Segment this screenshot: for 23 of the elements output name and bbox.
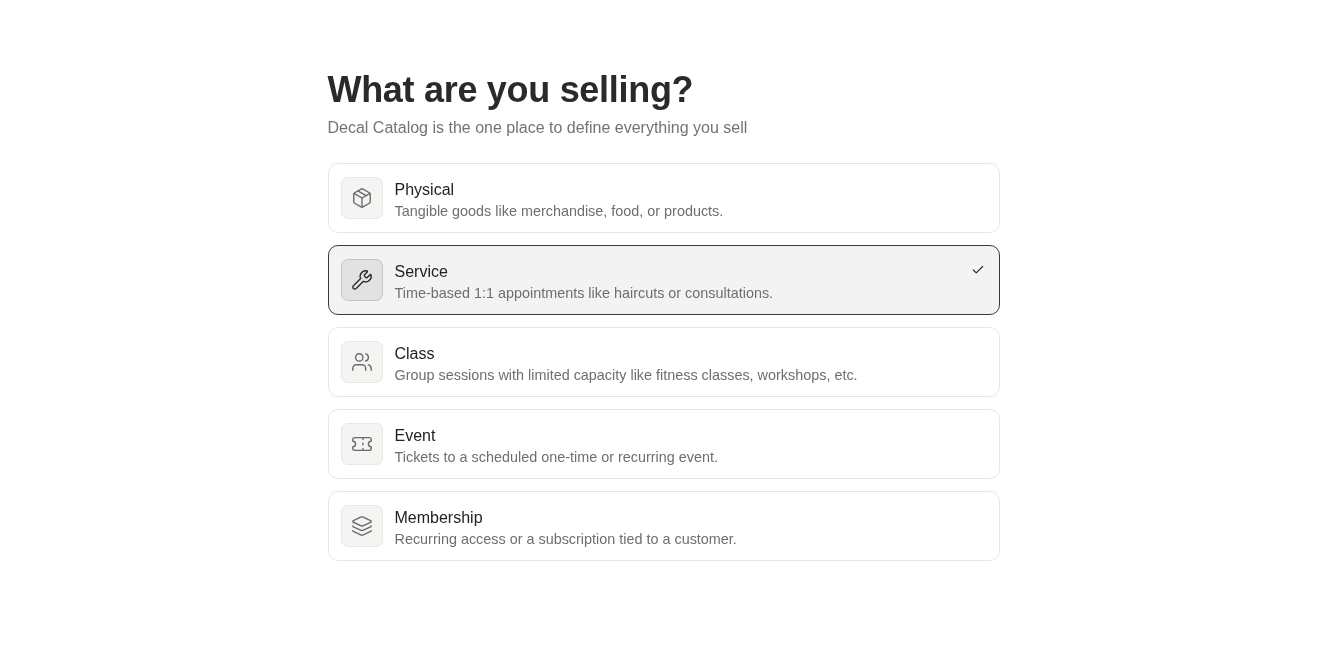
page-title: What are you selling? bbox=[327, 69, 695, 111]
option-description: Time-based 1:1 appointments like haircuts or consultations. bbox=[394, 284, 774, 302]
option-description: Tickets to a scheduled one-time or recurring event. bbox=[394, 448, 718, 466]
option-card[interactable]: Membership Recurring access or a subscription tied to a customer. bbox=[327, 491, 1000, 561]
box-icon bbox=[340, 177, 383, 219]
option-title: Physical bbox=[394, 180, 456, 199]
option-card[interactable]: Class Group sessions with limited capacity like fitness classes, workshops, etc. bbox=[327, 327, 1000, 397]
ticket-icon bbox=[340, 423, 383, 465]
option-description: Group sessions with limited capacity like fitness classes, workshops, etc. bbox=[394, 366, 858, 384]
option-title: Event bbox=[394, 426, 437, 445]
wrench-icon bbox=[340, 259, 383, 301]
option-description: Tangible goods like merchandise, food, or products. bbox=[394, 202, 724, 220]
layers-icon bbox=[340, 505, 383, 547]
option-title: Membership bbox=[394, 508, 484, 527]
check-icon bbox=[970, 263, 985, 277]
option-title: Class bbox=[394, 344, 436, 363]
page-subtitle: Decal Catalog is the one place to define everything you sell bbox=[327, 118, 749, 138]
option-card[interactable]: Physical Tangible goods like merchandise, food, or products. bbox=[327, 163, 1000, 233]
option-title: Service bbox=[394, 262, 449, 281]
option-description: Recurring access or a subscription tied to a customer. bbox=[394, 530, 737, 548]
people-icon bbox=[340, 341, 383, 383]
option-card[interactable]: Event Tickets to a scheduled one-time or recurring event. bbox=[327, 409, 1000, 479]
option-card[interactable]: Service Time-based 1:1 appointments like haircuts or consultations. bbox=[327, 245, 1000, 315]
